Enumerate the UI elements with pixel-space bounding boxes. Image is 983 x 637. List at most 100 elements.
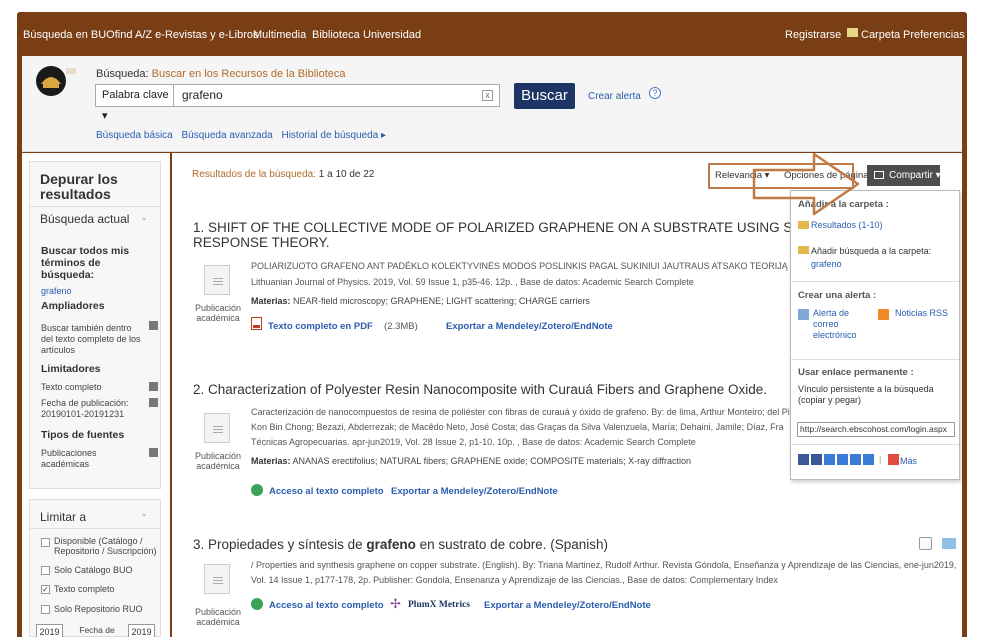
- pdf-icon[interactable]: [251, 317, 262, 330]
- help-icon[interactable]: ?: [649, 87, 661, 99]
- plumx-icon[interactable]: ✢: [390, 596, 401, 612]
- nav-buofind[interactable]: Búsqueda en BUOfind: [23, 29, 132, 41]
- create-alert-link[interactable]: Crear alerta: [588, 91, 641, 102]
- fulltext-link[interactable]: Acceso al texto completo: [269, 486, 384, 497]
- year-from-input[interactable]: 2019: [36, 624, 63, 637]
- advanced-search-link[interactable]: Búsqueda avanzada: [182, 130, 273, 141]
- subjects-text: NEAR-field microscopy; GRAPHENE; LIGHT s…: [293, 296, 590, 306]
- limiters-title: Limitadores: [41, 363, 101, 375]
- more-icon[interactable]: [888, 454, 899, 465]
- nav-multimedia[interactable]: Multimedia: [253, 29, 306, 41]
- checkbox-fulltext[interactable]: ✓: [41, 585, 50, 594]
- search-label-prefix: Búsqueda:: [96, 68, 149, 80]
- export-link[interactable]: Exportar a Mendeley/Zotero/EndNote: [484, 600, 651, 611]
- plumx-link[interactable]: PlumX Metrics: [408, 600, 470, 610]
- result-abstract-line: Lithuanian Journal of Physics. 2019, Vol…: [251, 277, 694, 287]
- limiter-fulltext: Texto completo: [41, 382, 102, 392]
- limit-option-label: Solo Catálogo BUO: [54, 565, 133, 575]
- fulltext-access-icon[interactable]: [251, 598, 263, 610]
- bookmark-icon[interactable]: [863, 454, 874, 465]
- permalink-input[interactable]: http://search.ebscohost.com/login.aspx: [797, 422, 955, 437]
- pdf-fulltext-link[interactable]: Texto completo en PDF: [268, 321, 373, 332]
- current-search-title[interactable]: Búsqueda actual: [40, 212, 129, 226]
- share-button[interactable]: Compartir ▾: [867, 165, 941, 186]
- source-types-title: Tipos de fuentes: [41, 429, 125, 441]
- clear-icon[interactable]: x: [482, 90, 493, 101]
- limit-to-title[interactable]: Limitar a: [40, 510, 86, 524]
- result-title[interactable]: 2. Characterization of Polyester Resin N…: [193, 382, 767, 398]
- add-search-text: Añadir búsqueda a la carpeta:: [811, 246, 932, 256]
- source-type-item: Publicaciones académicas: [41, 448, 97, 469]
- expanders-title: Ampliadores: [41, 300, 105, 312]
- search-input[interactable]: grafeno x: [174, 84, 500, 107]
- search-history-link[interactable]: Historial de búsqueda ▸: [281, 130, 386, 141]
- myspace-icon[interactable]: [837, 454, 848, 465]
- permalink-heading: Usar enlace permanente :: [798, 367, 914, 378]
- result-abstract-line: / Properties and synthesis graphene on c…: [251, 560, 957, 570]
- chevron-down-icon[interactable]: ⌄: [140, 212, 148, 223]
- share-icon: [874, 171, 884, 179]
- result-title[interactable]: 3. Propiedades y síntesis de grafeno en …: [193, 537, 608, 553]
- more-link[interactable]: Más: [900, 456, 917, 466]
- chevron-down-icon[interactable]: ⌄: [140, 508, 148, 519]
- subjects-text: ANANAS erectifolius; NATURAL fibers; GRA…: [292, 456, 691, 466]
- remove-icon[interactable]: [149, 398, 158, 407]
- add-search-link[interactable]: grafeno: [811, 259, 842, 270]
- subjects-label: Materias:: [251, 456, 291, 466]
- search-button[interactable]: Buscar: [514, 83, 575, 109]
- nav-folder[interactable]: Carpeta: [861, 29, 900, 41]
- export-link[interactable]: Exportar a Mendeley/Zotero/EndNote: [391, 486, 558, 497]
- limit-option-label: Texto completo: [54, 584, 115, 594]
- checkbox-catalog[interactable]: [41, 566, 50, 575]
- result-title-line2[interactable]: RESPONSE THEORY.: [193, 235, 330, 251]
- search-scope-label: Búsqueda: Buscar en los Recursos de la B…: [96, 68, 346, 80]
- result-abstract-line: Técnicas Agropecuarias. apr-jun2019, Vol…: [251, 437, 696, 447]
- document-thumbnail-icon[interactable]: [204, 265, 230, 295]
- search-scope-link[interactable]: Buscar en los Recursos de la Biblioteca: [152, 68, 346, 80]
- results-count: Resultados de la búsqueda: 1 a 10 de 22: [192, 169, 374, 180]
- search-field-dropdown[interactable]: Palabra clave ▾: [95, 84, 174, 122]
- nav-preferences[interactable]: Preferencias: [903, 29, 965, 41]
- publication-type: Publicación académica: [195, 451, 242, 471]
- year-to-input[interactable]: 2019: [128, 624, 155, 637]
- delicious-icon[interactable]: [798, 454, 809, 465]
- result-title[interactable]: 1. SHIFT OF THE COLLECTIVE MODE OF POLAR…: [193, 220, 801, 236]
- fulltext-access-icon[interactable]: [251, 484, 263, 496]
- preview-magnifier-icon[interactable]: [919, 537, 932, 550]
- limit-option-label: Solo Repositorio RUO: [54, 604, 143, 614]
- search-term[interactable]: grafeno: [41, 286, 72, 296]
- add-results-link[interactable]: Resultados (1-10): [811, 220, 883, 231]
- remove-icon[interactable]: [149, 448, 158, 457]
- nav-register[interactable]: Registrarse: [785, 29, 841, 41]
- nav-az-ejournals[interactable]: A/Z e-Revistas y e-Libros: [135, 29, 258, 41]
- nav-universidad[interactable]: Universidad: [363, 29, 421, 41]
- search-subnav: Búsqueda básica Búsqueda avanzada Histor…: [96, 130, 392, 141]
- result-subjects: Materias: ANANAS erectifolius; NATURAL f…: [251, 456, 691, 466]
- checkbox-repository[interactable]: [41, 605, 50, 614]
- result-abstract-line: Vol. 14 Issue 1, p177-178, 2p. Publisher…: [251, 575, 778, 585]
- google-icon[interactable]: [824, 454, 835, 465]
- limit-to-box: Limitar a ⌄ Disponible (Catálogo / Repos…: [29, 499, 161, 637]
- remove-icon[interactable]: [149, 382, 158, 391]
- remove-icon[interactable]: [149, 321, 158, 330]
- document-thumbnail-icon[interactable]: [204, 413, 230, 443]
- basic-search-link[interactable]: Búsqueda básica: [96, 130, 173, 141]
- expander-item: Buscar también dentro del texto completo…: [41, 323, 141, 355]
- document-thumbnail-icon[interactable]: [204, 564, 230, 594]
- title-bold: grafeno: [366, 537, 416, 552]
- fulltext-link[interactable]: Acceso al texto completo: [269, 600, 384, 611]
- export-link[interactable]: Exportar a Mendeley/Zotero/EndNote: [446, 321, 613, 332]
- separator: |: [879, 454, 882, 464]
- checkbox-available[interactable]: [41, 538, 50, 547]
- rss-link[interactable]: Noticias RSS: [895, 308, 948, 319]
- refine-title: Depurar los resultados: [40, 171, 118, 202]
- email-alert-link[interactable]: Alerta de correo electrónico: [813, 308, 868, 341]
- email-alert-icon: [798, 309, 809, 320]
- limiter-date: Fecha de publicación: 20190101-20191231: [41, 398, 129, 419]
- add-to-folder-icon[interactable]: [942, 538, 956, 549]
- university-logo-icon: [36, 66, 76, 96]
- nav-biblioteca[interactable]: Biblioteca: [312, 29, 360, 41]
- email-icon[interactable]: [850, 454, 861, 465]
- facebook-icon[interactable]: [811, 454, 822, 465]
- date-label: Fecha de publicación: [76, 625, 119, 637]
